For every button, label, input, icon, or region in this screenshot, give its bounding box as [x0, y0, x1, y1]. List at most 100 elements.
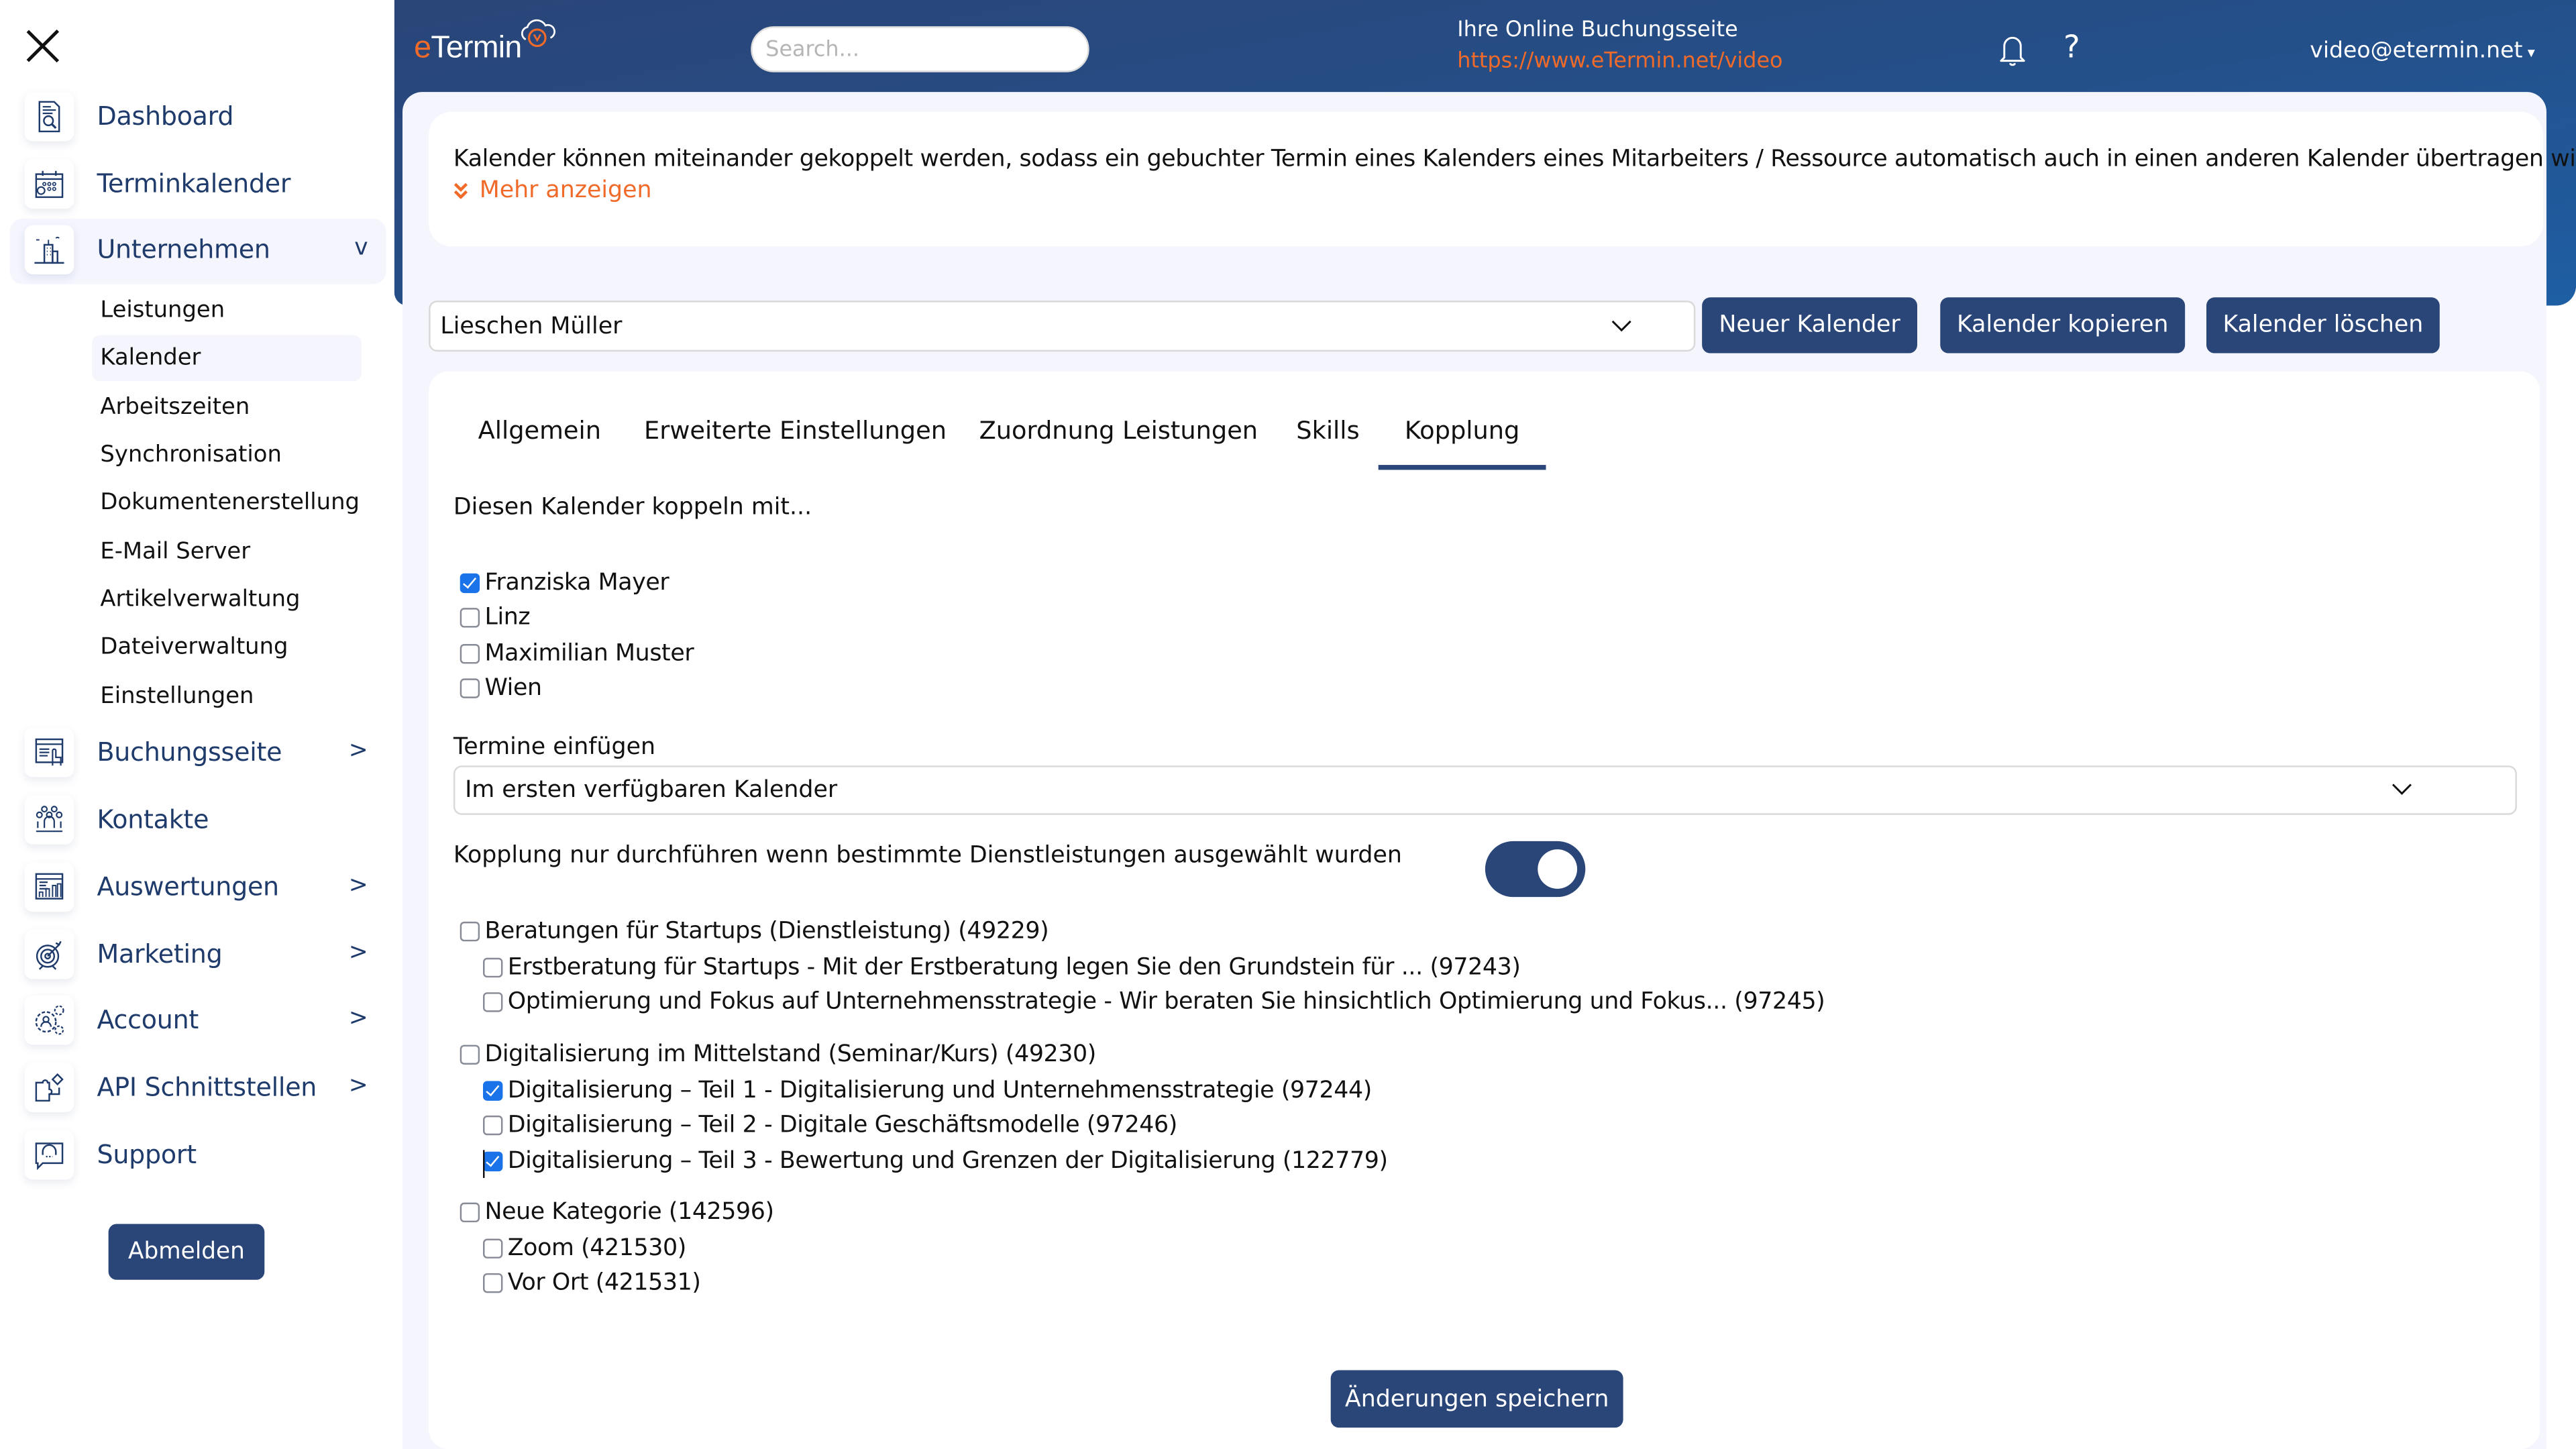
- checkbox[interactable]: [460, 1044, 480, 1065]
- double-chevron-down-icon: [453, 180, 474, 202]
- bell-icon[interactable]: [1996, 32, 2029, 68]
- service-group-checkbox[interactable]: Neue Kategorie (142596): [460, 1199, 774, 1226]
- checkbox[interactable]: [460, 608, 480, 628]
- submenu-item-leistungen[interactable]: Leistungen: [92, 288, 362, 334]
- checkbox-label: Maximilian Muster: [484, 641, 694, 667]
- checkbox[interactable]: [460, 678, 480, 698]
- submenu-label: Artikelverwaltung: [100, 586, 301, 613]
- chevron-right-icon: >: [348, 737, 368, 764]
- calendar-checkbox-maximilian-muster[interactable]: Maximilian Muster: [460, 641, 694, 667]
- sidebar-item-account[interactable]: Account >: [10, 989, 386, 1055]
- checkbox[interactable]: [460, 921, 480, 942]
- booking-page-icon: [24, 727, 74, 777]
- support-headset-icon: [24, 1130, 74, 1180]
- service-checkbox[interactable]: Vor Ort (421531): [483, 1270, 701, 1296]
- copy-calendar-button[interactable]: Kalender kopieren: [1940, 297, 2186, 354]
- submenu-label: Dokumentenerstellung: [100, 489, 360, 516]
- checkbox-label: Digitalisierung – Teil 3 - Bewertung und…: [507, 1148, 1388, 1175]
- service-checkbox[interactable]: Optimierung und Fokus auf Unternehmensst…: [483, 989, 1825, 1015]
- service-checkbox[interactable]: Digitalisierung – Teil 2 - Digitale Gesc…: [483, 1112, 1177, 1138]
- sidebar-item-marketing[interactable]: Marketing >: [10, 923, 386, 989]
- checkbox[interactable]: [483, 1273, 503, 1293]
- service-group-checkbox[interactable]: Beratungen für Startups (Dienstleistung)…: [460, 918, 1049, 945]
- sidebar-item-label: Terminkalender: [97, 169, 291, 199]
- tab-erweiterte-einstellungen[interactable]: Erweiterte Einstellungen: [644, 416, 947, 445]
- insert-appointments-label: Termine einfügen: [453, 734, 655, 761]
- chevron-down-icon: [2392, 784, 2412, 795]
- sidebar-item-support[interactable]: Support: [10, 1124, 386, 1189]
- calendar-checkbox-wien[interactable]: Wien: [460, 676, 542, 702]
- checkbox-label: Digitalisierung – Teil 2 - Digitale Gesc…: [507, 1112, 1178, 1139]
- booking-page-url-link[interactable]: https://www.eTermin.net/video: [1457, 49, 1782, 74]
- insert-appointments-select[interactable]: Im ersten verfügbaren Kalender: [453, 765, 2517, 815]
- submenu-label: Kalender: [100, 345, 201, 372]
- submenu-item-einstellungen[interactable]: Einstellungen: [92, 674, 362, 720]
- sidebar-item-terminkalender[interactable]: Terminkalender: [10, 153, 386, 219]
- sidebar-item-kontakte[interactable]: Kontakte: [10, 789, 386, 855]
- checkbox[interactable]: [483, 1238, 503, 1258]
- checkbox[interactable]: [460, 644, 480, 664]
- service-checkbox[interactable]: Digitalisierung – Teil 1 - Digitalisieru…: [483, 1078, 1372, 1104]
- submenu-item-arbeitszeiten[interactable]: Arbeitszeiten: [92, 384, 362, 431]
- calendar-checkbox-franziska-mayer[interactable]: Franziska Mayer: [460, 570, 669, 596]
- help-icon[interactable]: ?: [2063, 30, 2080, 66]
- tab-allgemein[interactable]: Allgemein: [478, 416, 601, 445]
- save-changes-button[interactable]: Änderungen speichern: [1330, 1370, 1623, 1428]
- building-icon: [24, 225, 74, 274]
- service-checkbox[interactable]: Zoom (421530): [483, 1236, 686, 1262]
- show-more-link[interactable]: Mehr anzeigen: [453, 177, 651, 204]
- close-icon[interactable]: [23, 26, 62, 66]
- checkbox[interactable]: [483, 1081, 503, 1101]
- logo-rest: Termin: [431, 31, 522, 66]
- submenu-item-e-mail-server[interactable]: E-Mail Server: [92, 529, 362, 576]
- checkbox[interactable]: [460, 1202, 480, 1223]
- sidebar-item-label: Unternehmen: [97, 235, 270, 265]
- chevron-down-icon: ▾: [2527, 46, 2535, 63]
- service-group-checkbox[interactable]: Digitalisierung im Mittelstand (Seminar/…: [460, 1042, 1096, 1068]
- logout-button[interactable]: Abmelden: [108, 1224, 265, 1280]
- settings-card: [429, 371, 2540, 1449]
- submenu-label: Einstellungen: [100, 683, 254, 710]
- sidebar-item-dashboard[interactable]: Dashboard: [10, 85, 386, 151]
- chevron-right-icon: >: [348, 1073, 368, 1099]
- sidebar-item-unternehmen[interactable]: Unternehmen v: [9, 218, 386, 284]
- chevron-down-icon: [1611, 320, 1631, 332]
- app-window: eTermin Ihre Online Buchungsseite https:…: [0, 0, 2576, 1449]
- tab-zuordnung-leistungen[interactable]: Zuordnung Leistungen: [979, 416, 1258, 445]
- checkbox[interactable]: [483, 1115, 503, 1136]
- submenu-item-dokumentenerstellung[interactable]: Dokumentenerstellung: [92, 480, 362, 526]
- sidebar-item-auswertungen[interactable]: Auswertungen >: [10, 856, 386, 922]
- user-menu[interactable]: video@etermin.net ▾: [2310, 38, 2535, 64]
- service-checkbox[interactable]: Digitalisierung – Teil 3 - Bewertung und…: [483, 1148, 1388, 1175]
- checkbox[interactable]: [483, 992, 503, 1012]
- sidebar: Dashboard Terminkalender Unternehmen v L…: [0, 0, 394, 1449]
- checkbox-label: Optimierung und Fokus auf Unternehmensst…: [507, 989, 1825, 1016]
- sidebar-item-buchungsseite[interactable]: Buchungsseite >: [10, 721, 386, 787]
- calendar-checkbox-linz[interactable]: Linz: [460, 604, 531, 631]
- submenu-item-dateiverwaltung[interactable]: Dateiverwaltung: [92, 625, 362, 671]
- service-checkbox[interactable]: Erstberatung für Startups - Mit der Erst…: [483, 955, 1521, 981]
- service-restriction-toggle[interactable]: [1485, 841, 1586, 898]
- new-calendar-button[interactable]: Neuer Kalender: [1702, 297, 1917, 354]
- submenu-item-artikelverwaltung[interactable]: Artikelverwaltung: [92, 577, 362, 623]
- tab-skills[interactable]: Skills: [1296, 416, 1359, 445]
- booking-page-title: Ihre Online Buchungsseite: [1457, 17, 1738, 43]
- search-input[interactable]: [751, 26, 1089, 72]
- calendar-select[interactable]: Lieschen Müller: [429, 301, 1696, 352]
- checkbox-label: Digitalisierung – Teil 1 - Digitalisieru…: [507, 1077, 1373, 1104]
- checkbox[interactable]: [483, 957, 503, 978]
- sidebar-item-label: Support: [97, 1140, 197, 1170]
- tab-kopplung[interactable]: Kopplung: [1405, 416, 1519, 445]
- checkbox-label: Linz: [484, 604, 531, 631]
- puzzle-icon: [24, 1063, 74, 1112]
- checkbox[interactable]: [483, 1151, 503, 1172]
- submenu-item-kalender[interactable]: Kalender: [92, 335, 362, 382]
- submenu-item-synchronisation[interactable]: Synchronisation: [92, 432, 362, 478]
- submenu-label: E-Mail Server: [100, 539, 251, 566]
- service-restriction-label: Kopplung nur durchführen wenn bestimmte …: [453, 843, 1402, 869]
- checkbox[interactable]: [460, 573, 480, 594]
- submenu-label: Synchronisation: [100, 441, 282, 468]
- sidebar-item-label: Auswertungen: [97, 872, 279, 902]
- delete-calendar-button[interactable]: Kalender löschen: [2206, 297, 2440, 354]
- sidebar-item-api-schnittstellen[interactable]: API Schnittstellen >: [10, 1057, 386, 1122]
